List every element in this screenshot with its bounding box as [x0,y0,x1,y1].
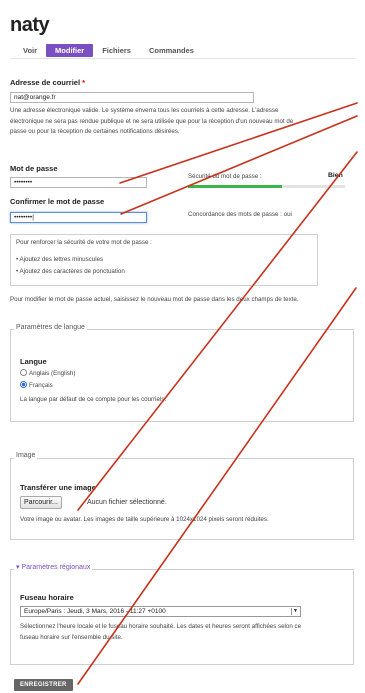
annotation-arrow-save [77,287,357,685]
annotation-arrow-image [77,151,358,511]
annotation-arrow-confirm [120,115,358,215]
annotation-arrow-password [119,102,358,184]
annotation-arrows [77,102,358,685]
